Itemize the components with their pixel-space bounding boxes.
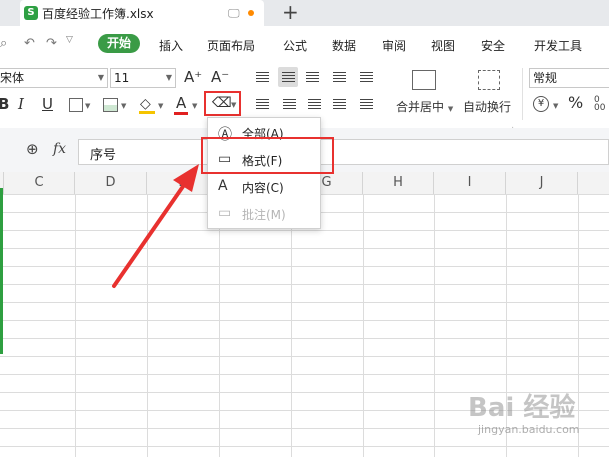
highlight-box bbox=[201, 137, 334, 174]
clear-comments-label: 批注(M) bbox=[242, 208, 286, 222]
watermark-url: jingyan.baidu.com bbox=[478, 423, 580, 436]
watermark-logo: Bai 经验 bbox=[468, 393, 576, 423]
clear-comments-item: ▭ 批注(M) bbox=[214, 201, 314, 225]
clear-contents-label: 内容(C) bbox=[242, 181, 284, 195]
clear-contents-item[interactable]: A 内容(C) bbox=[214, 174, 314, 198]
clear-comments-icon: ▭ bbox=[218, 205, 232, 221]
clear-contents-icon: A bbox=[218, 178, 228, 194]
